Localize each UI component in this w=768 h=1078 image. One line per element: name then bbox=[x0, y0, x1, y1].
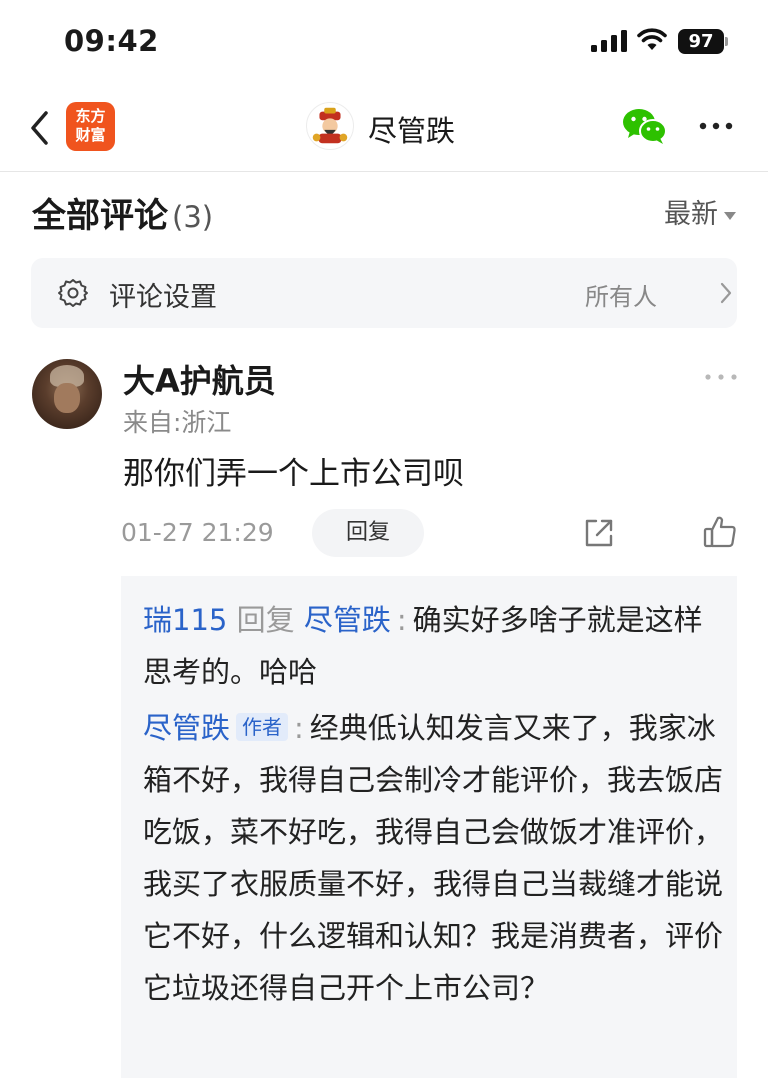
status-bar: 09:42 97 bbox=[0, 0, 768, 84]
comment-text: 那你们弄一个上市公司呗 bbox=[123, 456, 464, 492]
wechat-share-icon[interactable] bbox=[622, 106, 668, 146]
battery-level: 97 bbox=[678, 29, 724, 54]
reply-username[interactable]: 瑞115 bbox=[143, 603, 227, 637]
reply-item[interactable]: 尽管跌 作者: 经典低认知发言又来了，我家冰箱不好，我得自己会制冷才能评价，我去饭店… bbox=[143, 702, 723, 1014]
sort-label: 最新 bbox=[664, 199, 718, 230]
back-arrow-icon[interactable] bbox=[26, 108, 54, 148]
author-avatar[interactable] bbox=[306, 102, 354, 150]
comment-more-icon[interactable] bbox=[704, 372, 738, 382]
thumbs-up-icon[interactable] bbox=[702, 514, 738, 550]
reply-verb: 回复 bbox=[236, 603, 295, 637]
reply-colon: : bbox=[294, 711, 304, 745]
reply-username[interactable]: 尽管跌 bbox=[143, 711, 230, 745]
comments-title: 全部评论 bbox=[32, 196, 168, 236]
sort-dropdown[interactable]: 最新 bbox=[664, 192, 736, 231]
comment-settings-value: 所有人 bbox=[585, 283, 657, 311]
comment-settings-label: 评论设置 bbox=[109, 282, 217, 313]
comment-settings-row[interactable]: 评论设置 所有人 bbox=[31, 258, 737, 328]
reply-button[interactable]: 回复 bbox=[312, 509, 424, 557]
more-options-icon[interactable] bbox=[698, 114, 734, 138]
caret-down-icon bbox=[724, 211, 736, 220]
reply-text: 确实好多啥子就是这样思考的。哈哈 bbox=[143, 603, 703, 689]
reply-item[interactable]: 瑞115 回复 尽管跌: 确实好多啥子就是这样思考的。哈哈 bbox=[143, 594, 718, 698]
avatar-face bbox=[54, 383, 80, 413]
cellular-signal-icon bbox=[591, 30, 627, 52]
comments-count: (3) bbox=[172, 200, 214, 234]
status-time: 09:42 bbox=[64, 24, 159, 58]
chevron-right-icon bbox=[720, 282, 732, 304]
author-badge: 作者 bbox=[236, 713, 289, 741]
page-title: 尽管跌 bbox=[368, 114, 456, 148]
eastmoney-logo[interactable]: 东方 财富 bbox=[66, 102, 115, 151]
reply-target-username[interactable]: 尽管跌 bbox=[304, 603, 391, 637]
commenter-location: 来自:浙江 bbox=[123, 408, 232, 437]
replies-box: 瑞115 回复 尽管跌: 确实好多啥子就是这样思考的。哈哈 尽管跌 作者: 经典低认知… bbox=[121, 576, 737, 1078]
gear-icon bbox=[58, 279, 88, 307]
battery-icon: 97 bbox=[678, 29, 728, 54]
commenter-username[interactable]: 大A护航员 bbox=[123, 356, 276, 402]
wifi-icon bbox=[637, 28, 667, 50]
comments-header: 全部评论 (3) 最新 bbox=[32, 188, 736, 236]
logo-line-1: 东方 bbox=[75, 107, 106, 125]
reply-colon: : bbox=[396, 603, 407, 637]
logo-line-2: 财富 bbox=[75, 126, 106, 144]
nav-bar: 东方 财富 尽管跌 bbox=[0, 90, 768, 172]
commenter-avatar[interactable] bbox=[32, 359, 102, 429]
battery-cap bbox=[725, 37, 728, 46]
share-icon[interactable] bbox=[582, 516, 616, 550]
reply-text: 经典低认知发言又来了，我家冰箱不好，我得自己会制冷才能评价，我去饭店吃饭，菜不好… bbox=[143, 711, 724, 1005]
comment-timestamp: 01-27 21:29 bbox=[121, 518, 274, 547]
